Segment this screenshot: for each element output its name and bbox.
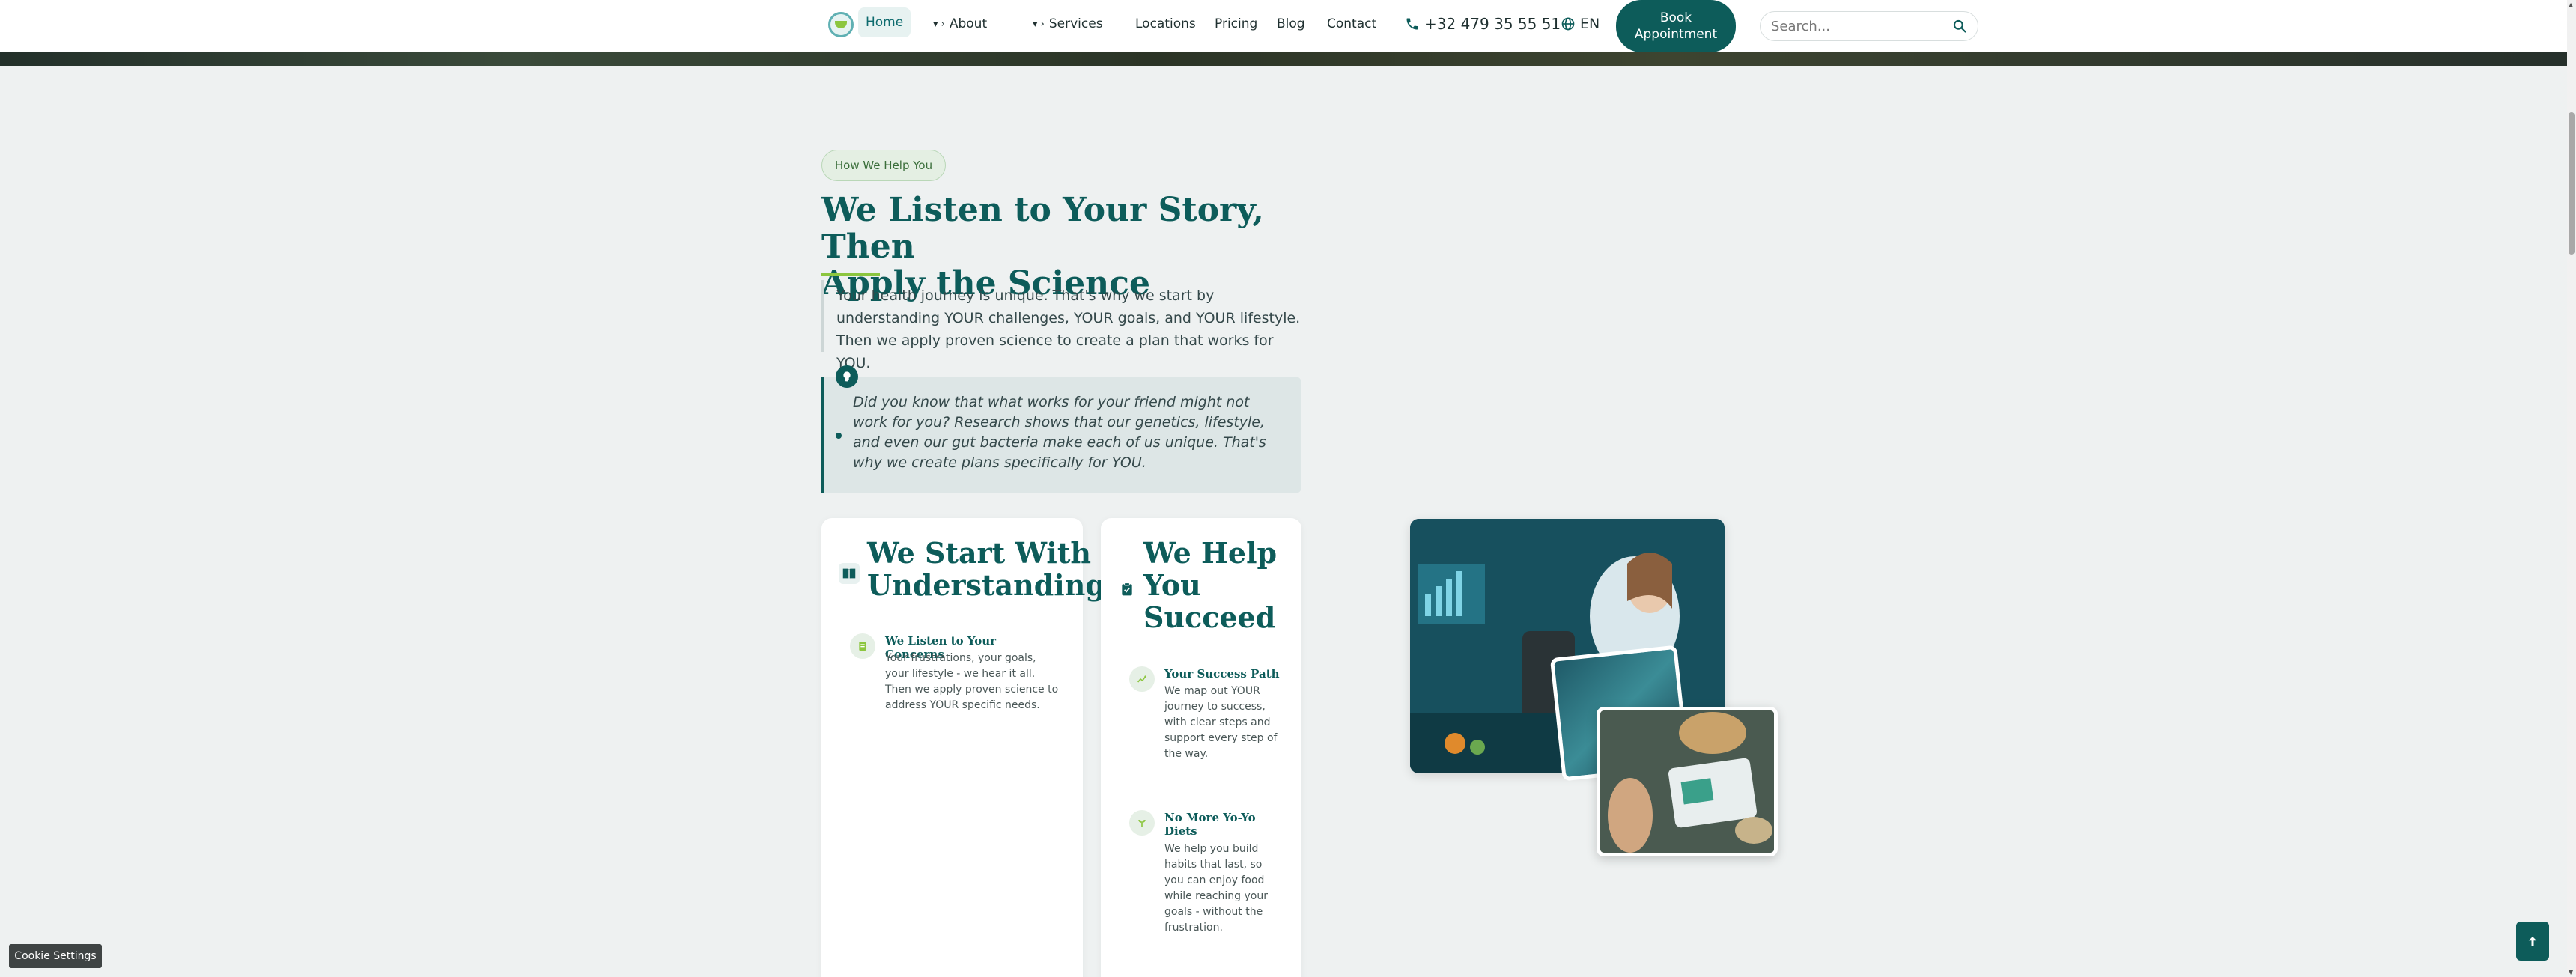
section-title-line1: We Listen to Your Story, Then — [821, 191, 1264, 266]
tablet-nutrition-image — [1597, 707, 1778, 856]
phone-number: +32 479 35 55 51 — [1424, 15, 1561, 33]
search-input[interactable] — [1771, 18, 1952, 34]
clipboard-check-icon — [1117, 579, 1137, 600]
section-badge-label: How We Help You — [834, 159, 933, 172]
notes-icon — [850, 633, 875, 659]
nav-locations[interactable]: Locations — [1135, 13, 1196, 34]
card-understanding-title-line1: We Start With — [867, 536, 1092, 570]
nav-contact-label: Contact — [1327, 16, 1377, 31]
feature-no-yoyo-title: No More Yo-Yo Diets — [1164, 811, 1256, 838]
intro-paragraph: Your health journey is unique. That's wh… — [821, 280, 1308, 371]
hero-image-strip — [0, 52, 2567, 66]
scrollbar-thumb[interactable] — [2569, 112, 2575, 255]
card-understanding-title: We Start With Understanding — [867, 537, 1105, 601]
nav-blog[interactable]: Blog — [1277, 13, 1305, 34]
cookie-settings-label: Cookie Settings — [14, 950, 97, 962]
nav-contact[interactable]: Contact — [1327, 13, 1376, 34]
lightbulb-icon — [836, 365, 858, 388]
nav-services[interactable]: ▾ › Services — [1033, 13, 1103, 34]
language-selector[interactable]: EN — [1561, 13, 1600, 34]
globe-icon — [1561, 17, 1575, 31]
nav-about[interactable]: ▾ › About — [933, 13, 987, 34]
quote-bullet — [836, 433, 842, 439]
search-box — [1760, 11, 1978, 41]
nav-services-label: Services — [1048, 16, 1103, 31]
card-understanding-title-line2: Understanding — [867, 568, 1105, 602]
phone-link[interactable]: +32 479 35 55 51 — [1405, 13, 1561, 34]
nav-home[interactable]: Home — [858, 7, 911, 37]
feature-no-yoyo-body: We help you build habits that last, so y… — [1164, 843, 1268, 934]
scroll-up-arrow[interactable]: ▲ — [2569, 1, 2575, 8]
chevron-down-icon: ▾ › — [1033, 18, 1045, 30]
book-label-line2: Appointment — [1634, 27, 1718, 42]
feature-success-path-body: We map out YOUR journey to success, with… — [1164, 685, 1278, 760]
nav-pricing[interactable]: Pricing — [1215, 13, 1257, 34]
section-badge: How We Help You — [821, 150, 946, 181]
language-label: EN — [1580, 16, 1600, 32]
nav-blog-label: Blog — [1277, 16, 1305, 31]
chevron-down-icon: ▾ › — [933, 18, 945, 30]
feature-listen-body: Your frustrations, your goals, your life… — [885, 652, 1059, 711]
nav-home-label: Home — [866, 15, 904, 30]
nav-pricing-label: Pricing — [1215, 16, 1258, 31]
sprout-icon — [1129, 810, 1155, 836]
book-label-line1: Book — [1659, 10, 1692, 25]
phone-icon — [1406, 18, 1418, 30]
fact-callout-text: Did you know that what works for your fr… — [853, 394, 1266, 471]
card-succeed-title-line1: We Help — [1143, 536, 1278, 570]
nav-about-label: About — [949, 16, 988, 31]
chart-icon — [1129, 666, 1155, 692]
scroll-down-arrow[interactable]: ▼ — [2569, 969, 2575, 976]
back-to-top-button[interactable] — [2516, 922, 2549, 961]
arrow-up-icon — [2528, 937, 2537, 946]
feature-success-path-title: Your Success Path — [1164, 667, 1280, 681]
site-logo[interactable] — [828, 12, 854, 37]
title-underline — [821, 273, 880, 276]
search-icon[interactable] — [1952, 19, 1967, 34]
book-appointment-button[interactable]: Book Appointment — [1616, 0, 1736, 52]
book-icon — [839, 563, 860, 584]
card-succeed-title-line2: You — [1143, 568, 1201, 602]
nav-locations-label: Locations — [1135, 16, 1196, 31]
cookie-settings-button[interactable]: Cookie Settings — [9, 944, 102, 968]
card-succeed-title-line3: Succeed — [1143, 600, 1276, 634]
card-succeed-title: We Help You Succeed — [1143, 537, 1277, 633]
